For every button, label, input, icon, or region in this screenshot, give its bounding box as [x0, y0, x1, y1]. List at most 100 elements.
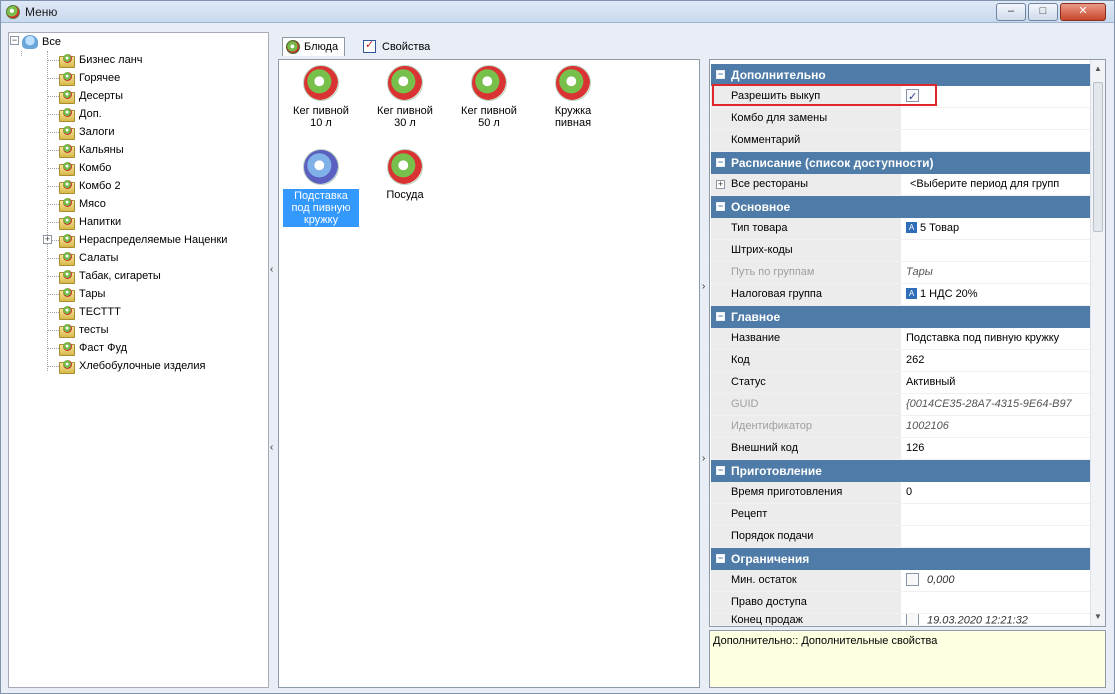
- property-row[interactable]: Название Подставка под пивную кружку: [711, 328, 1091, 350]
- property-row[interactable]: Конец продаж 19.03.2020 12:21:32: [711, 614, 1091, 626]
- minimize-button[interactable]: ‒: [996, 3, 1026, 21]
- property-value[interactable]: [902, 592, 1091, 613]
- properties-icon: [363, 38, 376, 53]
- property-value[interactable]: A1 НДС 20%: [902, 284, 1091, 305]
- tree-item[interactable]: Комбо 2: [59, 177, 121, 195]
- property-row[interactable]: Налоговая группа A1 НДС 20%: [711, 284, 1091, 306]
- collapse-icon[interactable]: −: [716, 312, 725, 321]
- tree-item[interactable]: Доп.: [59, 105, 102, 123]
- property-row[interactable]: Порядок подачи: [711, 526, 1091, 548]
- property-row[interactable]: Тип товара A5 Товар: [711, 218, 1091, 240]
- collapse-icon[interactable]: −: [716, 202, 725, 211]
- property-value[interactable]: [902, 108, 1091, 129]
- property-value[interactable]: [902, 130, 1091, 151]
- category-tree[interactable]: − Все Бизнес ланч Горячее Десерты Доп. Залог…: [8, 32, 269, 688]
- collapse-left-arrow-icon[interactable]: ‹: [270, 264, 273, 275]
- allow-buyout-checkbox[interactable]: [906, 87, 919, 107]
- tree-item[interactable]: Табак, сигареты: [59, 267, 161, 285]
- tree-item[interactable]: Бизнес ланч: [59, 51, 143, 69]
- property-row[interactable]: Код 262: [711, 350, 1091, 372]
- property-value[interactable]: 0,000: [902, 570, 1091, 591]
- tree-item[interactable]: Десерты: [59, 87, 123, 105]
- property-value[interactable]: 126: [902, 438, 1091, 459]
- dish-item[interactable]: Кег пивной 50 л: [451, 65, 527, 129]
- property-value[interactable]: <Выберите период для групп: [902, 174, 1091, 195]
- tree-item[interactable]: Хлебобулочные изделия: [59, 357, 205, 375]
- collapse-icon[interactable]: −: [716, 554, 725, 563]
- tree-item[interactable]: Фаст Фуд: [59, 339, 127, 357]
- dish-item[interactable]: Кружка пивная: [535, 65, 611, 129]
- expand-icon[interactable]: +: [716, 180, 725, 189]
- collapse-icon[interactable]: −: [716, 70, 725, 79]
- property-value[interactable]: 19.03.2020 12:21:32: [902, 614, 1091, 625]
- tree-item[interactable]: Залоги: [59, 123, 115, 141]
- category-additional[interactable]: − Дополнительно: [711, 64, 1091, 86]
- scroll-down-icon[interactable]: ▼: [1094, 612, 1102, 621]
- category-schedule[interactable]: − Расписание (список доступности): [711, 152, 1091, 174]
- property-value[interactable]: [902, 504, 1091, 525]
- category-cooking[interactable]: − Приготовление: [711, 460, 1091, 482]
- tree-item[interactable]: Напитки: [59, 213, 121, 231]
- close-button[interactable]: ✕: [1060, 3, 1106, 21]
- folder-icon: [59, 215, 75, 230]
- tree-item[interactable]: Горячее: [59, 69, 120, 87]
- property-scrollbar[interactable]: ▲ ▼: [1090, 60, 1105, 626]
- property-row[interactable]: Штрих-коды: [711, 240, 1091, 262]
- property-value[interactable]: 262: [902, 350, 1091, 371]
- tree-item[interactable]: Комбо: [59, 159, 111, 177]
- property-name: Статус: [711, 372, 901, 393]
- tree-collapse-root[interactable]: −: [10, 36, 19, 45]
- property-row[interactable]: Комбо для замены: [711, 108, 1091, 130]
- tree-item[interactable]: ТЕСТТТ: [59, 303, 121, 321]
- collapse-icon[interactable]: −: [716, 158, 725, 167]
- tree-item[interactable]: Мясо: [59, 195, 106, 213]
- category-main[interactable]: − Основное: [711, 196, 1091, 218]
- property-row[interactable]: Рецепт: [711, 504, 1091, 526]
- dish-item-selected[interactable]: Подставка под пивную кружку: [283, 149, 359, 227]
- property-value[interactable]: [902, 240, 1091, 261]
- tree-root[interactable]: Все: [22, 33, 61, 51]
- scroll-thumb[interactable]: [1093, 82, 1103, 232]
- tree-item[interactable]: Нераспределяемые Наценки: [59, 231, 227, 249]
- property-value[interactable]: Активный: [902, 372, 1091, 393]
- property-name: Штрих-коды: [711, 240, 901, 261]
- tree-item[interactable]: Салаты: [59, 249, 118, 267]
- left-splitter[interactable]: ‹ ‹: [269, 32, 277, 688]
- property-row[interactable]: Право доступа: [711, 592, 1091, 614]
- property-row[interactable]: Мин. остаток 0,000: [711, 570, 1091, 592]
- maximize-button[interactable]: □: [1028, 3, 1058, 21]
- property-row[interactable]: Статус Активный: [711, 372, 1091, 394]
- property-row[interactable]: Разрешить выкуп: [711, 86, 1091, 108]
- enum-icon: A: [906, 287, 917, 299]
- tree-item[interactable]: Кальяны: [59, 141, 124, 159]
- dish-item[interactable]: Посуда: [367, 149, 443, 201]
- collapse-icon[interactable]: −: [716, 466, 725, 475]
- property-value[interactable]: 0: [902, 482, 1091, 503]
- property-name: Разрешить выкуп: [711, 86, 901, 107]
- collapse-left-arrow-icon-2[interactable]: ‹: [270, 442, 273, 453]
- scroll-up-icon[interactable]: ▲: [1094, 64, 1102, 73]
- middle-splitter[interactable]: › ›: [701, 59, 709, 688]
- category-limits[interactable]: − Ограничения: [711, 548, 1091, 570]
- dish-item[interactable]: Кег пивной 10 л: [283, 65, 359, 129]
- property-row[interactable]: Внешний код 126: [711, 438, 1091, 460]
- tab-dishes[interactable]: Блюда: [282, 37, 346, 56]
- tree-item[interactable]: тесты: [59, 321, 108, 339]
- property-value[interactable]: Подставка под пивную кружку: [902, 328, 1091, 349]
- property-row[interactable]: + Все рестораны <Выберите период для груп…: [711, 174, 1091, 196]
- expand-right-arrow-icon[interactable]: ›: [702, 281, 705, 292]
- property-value[interactable]: A5 Товар: [902, 218, 1091, 239]
- property-grid[interactable]: − Дополнительно Разрешить выкуп Комбо дл…: [709, 59, 1106, 627]
- dish-item[interactable]: Кег пивной 30 л: [367, 65, 443, 129]
- property-row[interactable]: Комментарий: [711, 130, 1091, 152]
- property-value[interactable]: [902, 526, 1091, 547]
- property-value[interactable]: [902, 86, 1091, 107]
- tree-expand-icon[interactable]: +: [43, 235, 52, 244]
- sales-end-checkbox[interactable]: [906, 614, 919, 625]
- tab-properties[interactable]: Свойства: [360, 37, 436, 56]
- min-stock-checkbox[interactable]: [906, 572, 919, 586]
- expand-right-arrow-icon-2[interactable]: ›: [702, 453, 705, 464]
- property-row[interactable]: Время приготовления 0: [711, 482, 1091, 504]
- category-general[interactable]: − Главное: [711, 306, 1091, 328]
- tree-item[interactable]: Тары: [59, 285, 105, 303]
